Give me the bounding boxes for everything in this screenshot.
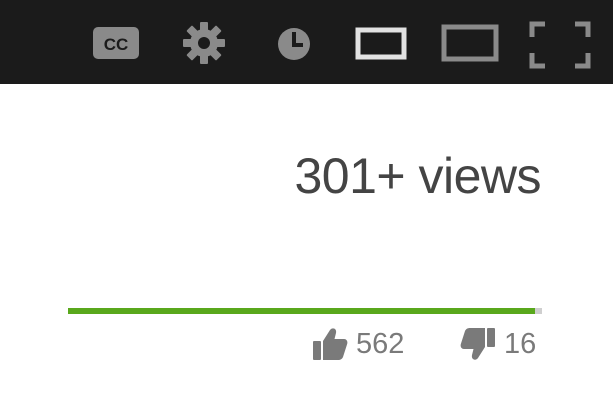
dislike-button[interactable]: 16	[460, 324, 536, 364]
thumbs-up-icon	[312, 327, 348, 361]
watch-later-button[interactable]	[276, 26, 312, 62]
large-player-icon	[441, 24, 499, 62]
dislike-count: 16	[504, 327, 537, 360]
fullscreen-button[interactable]	[529, 21, 591, 69]
fullscreen-icon	[529, 21, 591, 69]
view-count: 301+ views	[294, 148, 541, 204]
thumbs-down-icon	[460, 327, 496, 361]
gear-icon	[183, 22, 225, 64]
settings-button[interactable]	[181, 20, 227, 66]
like-ratio-fill	[68, 308, 536, 314]
like-count: 562	[356, 327, 405, 360]
clock-icon	[278, 28, 310, 60]
cc-icon: CC	[93, 27, 139, 59]
player-control-bar: CC	[0, 0, 613, 84]
small-player-button[interactable]	[355, 27, 407, 61]
like-button[interactable]: 562	[312, 324, 404, 364]
captions-button[interactable]: CC	[92, 25, 140, 61]
large-player-button[interactable]	[441, 24, 499, 62]
svg-text:CC: CC	[104, 35, 129, 54]
small-player-icon	[355, 27, 407, 60]
like-ratio-bar	[68, 308, 542, 314]
